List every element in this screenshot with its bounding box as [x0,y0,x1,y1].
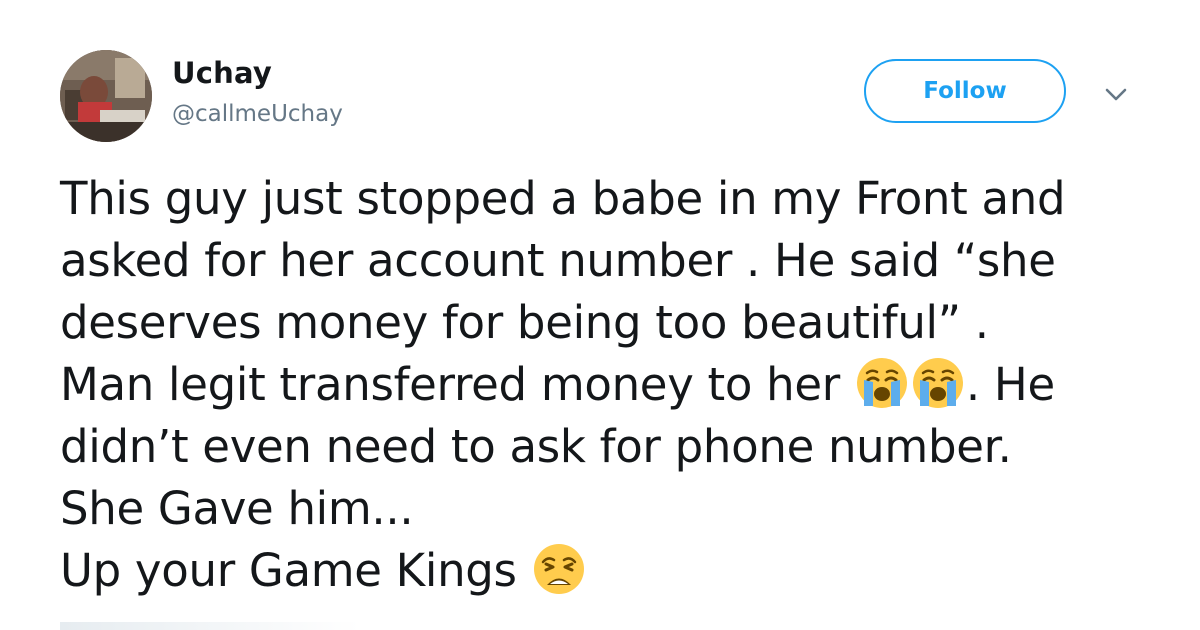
weary-face-emoji-icon [532,542,586,596]
tweet-text: This guy just stopped a babe in my Front… [60,168,1180,602]
tweet-line-part: Up your Game Kings [60,544,531,597]
tweet-line: She Gave him... [60,482,414,535]
tweet-line: Up your Game Kings [60,540,1180,602]
follow-button[interactable]: Follow [864,59,1066,123]
tweet-line: deserves money for being too beautiful” … [60,296,989,349]
tweet-line-part: . He [965,358,1055,411]
tweet-line: Man legit transferred money to her . He [60,354,1180,416]
tweet-line-part: Man legit transferred money to her [60,358,854,411]
divider [60,622,360,630]
tweet-line: asked for her account number . He said “… [60,234,1056,287]
chevron-down-icon[interactable] [1098,80,1134,110]
avatar[interactable] [60,50,152,142]
crying-face-emoji-icon [911,356,965,410]
crying-face-emoji-icon [855,356,909,410]
tweet-line: This guy just stopped a babe in my Front… [60,172,1066,225]
tweet-card: Uchay @callmeUchay Follow This guy just … [0,0,1200,630]
user-handle[interactable]: @callmeUchay [172,101,343,127]
tweet-line: didn’t even need to ask for phone number… [60,420,1012,473]
display-name[interactable]: Uchay [172,56,272,90]
profile-photo-icon [60,50,152,142]
